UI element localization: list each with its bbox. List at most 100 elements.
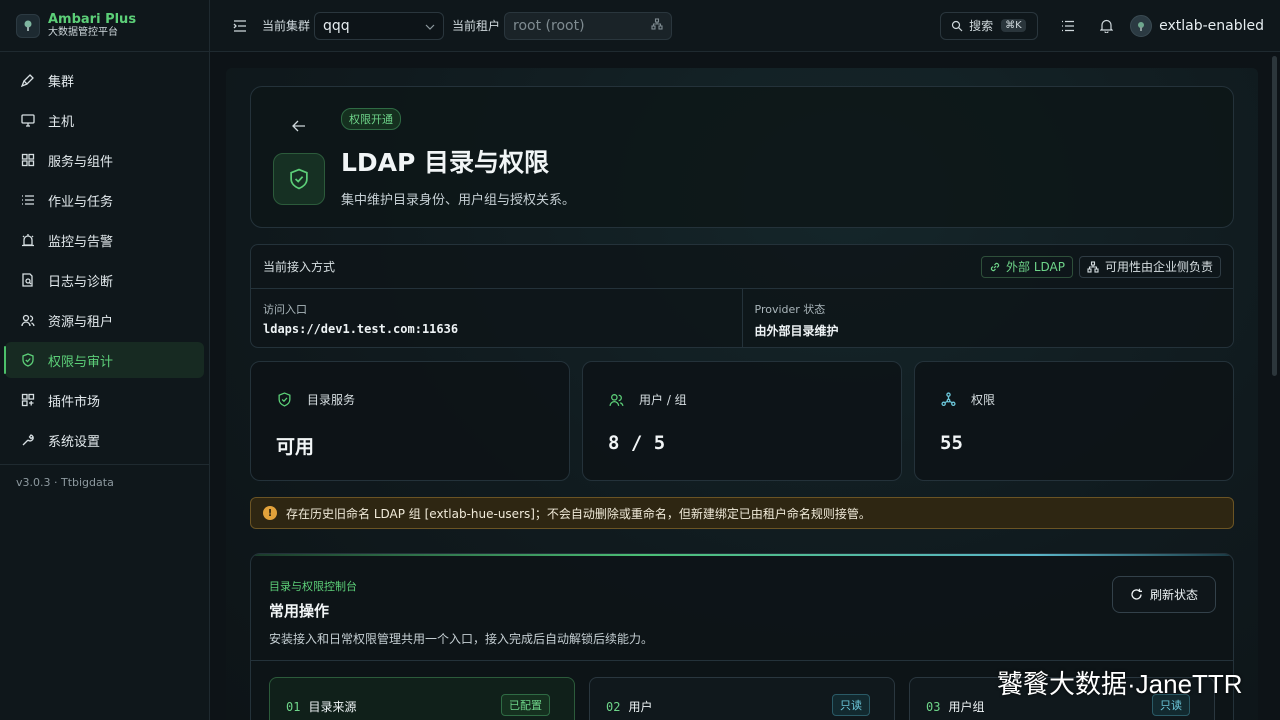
shield-check-icon: [275, 390, 293, 408]
access-entry: 访问入口 ldaps://dev1.test.com:11636: [251, 289, 742, 348]
hierarchy-icon: [1087, 260, 1099, 273]
sidebar-item-label: 作业与任务: [48, 194, 114, 210]
console-title: 常用操作: [269, 602, 330, 620]
sidebar: Ambari Plus 大数据管控平台 集群 主机 服务与组件 作业与任务 监控…: [0, 0, 210, 720]
list-icon: [20, 192, 36, 208]
cluster-select[interactable]: qqq: [314, 11, 445, 40]
provider-label: Provider 状态: [754, 303, 826, 316]
stat-label: 目录服务: [307, 392, 356, 407]
console-divider: [251, 660, 1233, 661]
sidebar-item-label: 日志与诊断: [48, 274, 114, 290]
warning-icon: !: [263, 506, 277, 520]
avatar: [1130, 14, 1153, 37]
console-eyebrow: 目录与权限控制台: [269, 580, 357, 593]
shield-check-icon: [273, 153, 325, 205]
scrollbar[interactable]: [1272, 56, 1277, 376]
sidebar-item-label: 权限与审计: [48, 354, 114, 370]
stat-value: 8 / 5: [608, 432, 666, 454]
cluster-label: 当前集群: [262, 19, 311, 33]
back-arrow-icon[interactable]: [291, 118, 307, 134]
menu-toggle-icon[interactable]: [232, 18, 248, 34]
step-title: 02 用户: [606, 698, 652, 715]
sidebar-item-tenants[interactable]: 资源与租户: [5, 302, 204, 338]
shield-check-icon: [20, 352, 36, 368]
external-ldap-label: 外部 LDAP: [1006, 260, 1065, 274]
file-search-icon: [20, 272, 36, 288]
sidebar-item-settings[interactable]: 系统设置: [5, 422, 204, 458]
availability-label: 可用性由企业侧负责: [1104, 260, 1213, 274]
tenant-label: 当前租户: [452, 19, 501, 33]
step-title: 03 用户组: [926, 698, 984, 715]
stat-header: 用户 / 组: [607, 390, 687, 408]
step-users[interactable]: 02 用户 只读: [589, 677, 895, 720]
availability-chip: 可用性由企业侧负责: [1078, 255, 1221, 278]
link-icon: [989, 261, 1001, 273]
entry-value: ldaps://dev1.test.com:11636: [263, 322, 459, 336]
topbar: 当前集群 qqq 当前租户 root (root) 搜索 ⌘K extlab-e…: [210, 0, 1280, 52]
sidebar-item-label: 监控与告警: [48, 234, 114, 250]
stat-header: 权限: [939, 390, 995, 408]
step-label: 用户组: [948, 700, 985, 714]
sidebar-item-clusters[interactable]: 集群: [5, 62, 204, 98]
access-details: 访问入口 ldaps://dev1.test.com:11636 Provide…: [251, 289, 1233, 348]
brand[interactable]: Ambari Plus 大数据管控平台: [0, 0, 209, 52]
main-content: 权限开通 LDAP 目录与权限 集中维护目录身份、用户组与授权关系。 当前接入方…: [226, 68, 1258, 720]
sidebar-item-hosts[interactable]: 主机: [5, 102, 204, 138]
puzzle-icon: [20, 392, 36, 408]
step-status-badge: 只读: [832, 694, 870, 716]
sidebar-item-logs[interactable]: 日志与诊断: [5, 262, 204, 298]
sidebar-item-jobs[interactable]: 作业与任务: [5, 182, 204, 218]
bell-icon[interactable]: [1098, 18, 1114, 34]
refresh-button[interactable]: 刷新状态: [1112, 576, 1216, 613]
step-number: 02: [606, 700, 621, 714]
provider-value: 由外部目录维护: [754, 324, 839, 338]
hierarchy-icon: [651, 17, 663, 34]
access-header: 当前接入方式 外部 LDAP 可用性由企业侧负责: [251, 245, 1233, 289]
sidebar-item-label: 插件市场: [48, 394, 101, 410]
sidebar-item-plugins[interactable]: 插件市场: [5, 382, 204, 418]
entry-label: 访问入口: [263, 303, 307, 316]
search-icon: [951, 20, 963, 32]
step-directory-source[interactable]: 01 目录来源 已配置: [269, 677, 575, 720]
monitor-icon: [20, 112, 36, 128]
brand-subtitle: 大数据管控平台: [48, 27, 118, 38]
access-card: 当前接入方式 外部 LDAP 可用性由企业侧负责 访问入口 ldaps://de…: [250, 244, 1234, 348]
stat-card-directory: 目录服务 可用: [250, 361, 570, 481]
tenant-value: root (root): [513, 17, 585, 34]
sidebar-item-monitoring[interactable]: 监控与告警: [5, 222, 204, 258]
step-label: 目录来源: [308, 700, 357, 714]
external-ldap-chip: 外部 LDAP: [981, 255, 1073, 278]
users-icon: [20, 312, 36, 328]
wrench-icon: [20, 432, 36, 448]
sidebar-item-label: 资源与租户: [48, 314, 114, 330]
stat-value: 55: [940, 432, 963, 454]
warning-banner: ! 存在历史旧命名 LDAP 组 [extlab-hue-users]；不会自动…: [250, 497, 1234, 529]
user-menu[interactable]: extlab-enabled: [1130, 14, 1264, 37]
tenant-select[interactable]: root (root): [504, 11, 673, 40]
watermark: 饕餮大数据·JaneTTR: [997, 669, 1243, 699]
step-number: 01: [286, 700, 301, 714]
users-icon: [607, 390, 625, 408]
grid-icon: [20, 152, 36, 168]
stat-card-users: 用户 / 组 8 / 5: [582, 361, 902, 481]
hero-badge: 权限开通: [341, 108, 401, 130]
network-icon: [939, 390, 957, 408]
list-view-icon[interactable]: [1060, 18, 1076, 34]
sidebar-item-label: 系统设置: [48, 434, 101, 450]
rocket-icon: [20, 72, 36, 88]
page-title: LDAP 目录与权限: [341, 148, 550, 177]
brand-title: Ambari Plus: [48, 12, 137, 27]
search-shortcut: ⌘K: [1001, 19, 1026, 32]
sidebar-nav: 集群 主机 服务与组件 作业与任务 监控与告警 日志与诊断 资源与租户 权限与审…: [0, 52, 209, 458]
step-number: 03: [926, 700, 941, 714]
alarm-icon: [20, 232, 36, 248]
search-button[interactable]: 搜索 ⌘K: [940, 11, 1039, 40]
cluster-value: qqq: [323, 17, 350, 34]
stat-header: 目录服务: [275, 390, 355, 408]
stat-card-permissions: 权限 55: [914, 361, 1234, 481]
console-description: 安装接入和日常权限管理共用一个入口，接入完成后自动解锁后续能力。: [269, 632, 654, 646]
sidebar-item-services[interactable]: 服务与组件: [5, 142, 204, 178]
search-label: 搜索: [969, 19, 994, 33]
sidebar-item-permissions[interactable]: 权限与审计: [4, 342, 204, 378]
provider-status: Provider 状态 由外部目录维护: [741, 289, 1234, 348]
